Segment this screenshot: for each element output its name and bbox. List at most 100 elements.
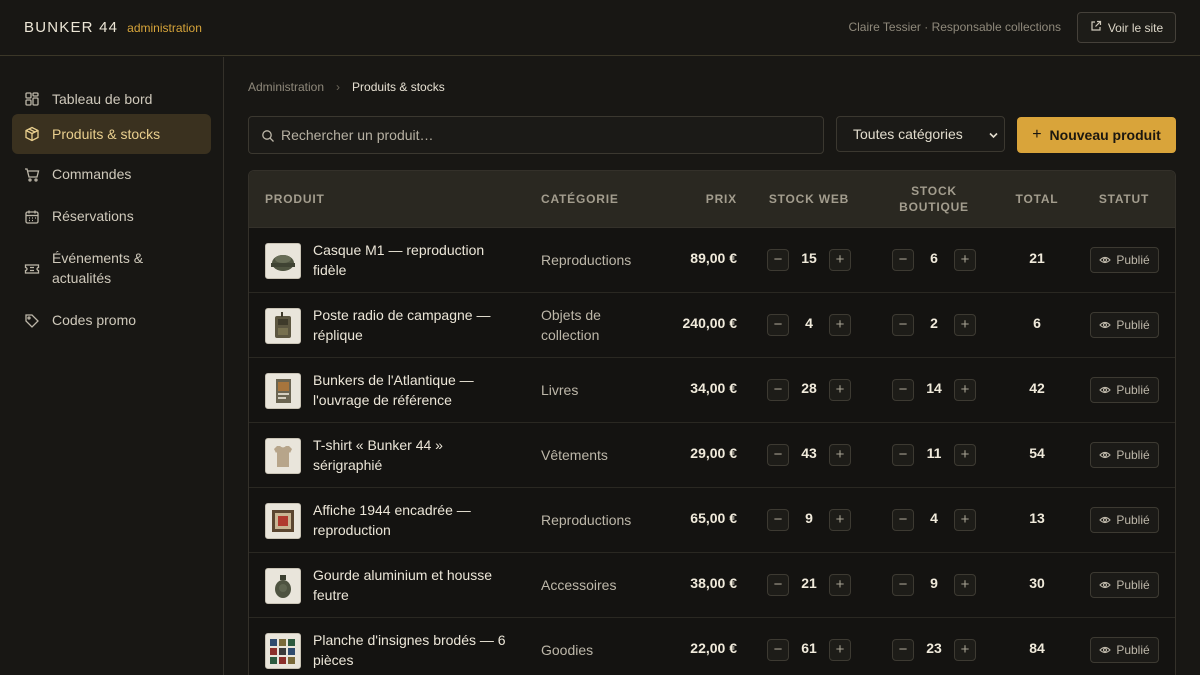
breadcrumb-root[interactable]: Administration (248, 80, 324, 94)
brand[interactable]: BUNKER 44 administration (24, 19, 202, 36)
status-badge[interactable]: Publié (1090, 247, 1159, 273)
stock-shop-decrement-button[interactable]: − (892, 639, 914, 661)
stock-web-decrement-button[interactable]: − (767, 379, 789, 401)
product-name[interactable]: Gourde aluminium et housse feutre (313, 565, 513, 605)
status-badge[interactable]: Publié (1090, 507, 1159, 533)
col-header-price[interactable]: PRIX (706, 191, 737, 207)
sidebar-item-products[interactable]: Produits & stocks (12, 114, 211, 154)
stock-web-decrement-button[interactable]: − (767, 249, 789, 271)
product-name[interactable]: Affiche 1944 encadrée — reproduction (313, 500, 513, 540)
stock-shop-value: 4 (930, 510, 938, 526)
sidebar-item-label: Produits & stocks (52, 126, 161, 142)
stock-web-increment-button[interactable]: + (829, 379, 851, 401)
view-site-button[interactable]: Voir le site (1077, 12, 1176, 43)
table-header: PRODUIT CATÉGORIE PRIX STOCK WEB STOCK B… (249, 171, 1175, 228)
stock-shop-decrement-button[interactable]: − (892, 509, 914, 531)
col-header-product[interactable]: PRODUIT (265, 191, 325, 207)
sidebar-item-orders[interactable]: Commandes (12, 154, 211, 194)
stock-shop-increment-button[interactable]: + (954, 444, 976, 466)
stock-web-decrement-button[interactable]: − (767, 444, 789, 466)
status-badge[interactable]: Publié (1090, 312, 1159, 338)
status-label: Publié (1116, 578, 1150, 592)
stock-web-increment-button[interactable]: + (829, 314, 851, 336)
search-input[interactable] (281, 117, 811, 153)
table-row[interactable]: Poste radio de campagne — réplique Objets… (249, 293, 1175, 358)
stock-web-decrement-button[interactable]: − (767, 314, 789, 336)
product-thumbnail (265, 503, 301, 539)
table-row[interactable]: Affiche 1944 encadrée — reproduction Repr… (249, 488, 1175, 553)
product-price: 89,00 € (690, 250, 737, 266)
eye-icon (1099, 384, 1112, 396)
external-link-icon (1090, 20, 1102, 35)
stock-shop-decrement-button[interactable]: − (892, 379, 914, 401)
product-thumbnail (265, 438, 301, 474)
table-row[interactable]: Planche d'insignes brodés — 6 pièces Good… (249, 618, 1175, 675)
status-label: Publié (1116, 383, 1150, 397)
table-row[interactable]: Gourde aluminium et housse feutre Accesso… (249, 553, 1175, 618)
product-category: Reproductions (541, 512, 632, 528)
stock-web-increment-button[interactable]: + (829, 639, 851, 661)
search-box[interactable] (248, 116, 824, 154)
stock-web-decrement-button[interactable]: − (767, 639, 789, 661)
stock-shop-decrement-button[interactable]: − (892, 249, 914, 271)
category-select[interactable]: Toutes catégories (836, 116, 1005, 152)
product-price: 240,00 € (682, 315, 738, 331)
sidebar-item-label: Événements & actualités (52, 250, 144, 286)
product-price: 29,00 € (690, 445, 737, 461)
product-name[interactable]: Casque M1 — reproduction fidèle (313, 240, 513, 280)
stock-shop-decrement-button[interactable]: − (892, 444, 914, 466)
stock-web-increment-button[interactable]: + (829, 249, 851, 271)
stock-total: 21 (1029, 250, 1045, 266)
stock-web-decrement-button[interactable]: − (767, 574, 789, 596)
stock-web-increment-button[interactable]: + (829, 509, 851, 531)
eye-icon (1099, 579, 1112, 591)
stock-shop-increment-button[interactable]: + (954, 639, 976, 661)
col-header-stock-web[interactable]: STOCK WEB (761, 191, 857, 207)
product-name[interactable]: Poste radio de campagne — réplique (313, 305, 513, 345)
status-badge[interactable]: Publié (1090, 377, 1159, 403)
stock-shop-increment-button[interactable]: + (954, 249, 976, 271)
stock-total: 30 (1029, 575, 1045, 591)
status-badge[interactable]: Publié (1090, 637, 1159, 663)
sidebar-item-reservations[interactable]: Réservations (12, 196, 211, 236)
stock-shop-decrement-button[interactable]: − (892, 574, 914, 596)
product-thumbnail (265, 308, 301, 344)
stock-web-increment-button[interactable]: + (829, 444, 851, 466)
sidebar-item-label: Réservations (52, 208, 134, 224)
col-header-total[interactable]: TOTAL (1007, 191, 1067, 207)
product-price: 34,00 € (690, 380, 737, 396)
new-product-button[interactable]: + Nouveau produit (1017, 117, 1176, 153)
col-header-category[interactable]: CATÉGORIE (541, 191, 619, 207)
table-row[interactable]: T-shirt « Bunker 44 » sérigraphié Vêtemen… (249, 423, 1175, 488)
product-name[interactable]: T-shirt « Bunker 44 » sérigraphié (313, 435, 513, 475)
stock-web-value: 4 (805, 315, 813, 331)
product-category: Accessoires (541, 577, 617, 593)
col-header-stock-shop[interactable]: STOCK BOUTIQUE (889, 183, 979, 215)
product-name[interactable]: Planche d'insignes brodés — 6 pièces (313, 630, 513, 670)
stock-shop-increment-button[interactable]: + (954, 379, 976, 401)
stock-shop-increment-button[interactable]: + (954, 314, 976, 336)
product-price: 65,00 € (690, 510, 737, 526)
stock-shop-increment-button[interactable]: + (954, 574, 976, 596)
category-select-value: Toutes catégories (853, 126, 963, 142)
product-name[interactable]: Bunkers de l'Atlantique — l'ouvrage de r… (313, 370, 513, 410)
stock-shop-increment-button[interactable]: + (954, 509, 976, 531)
product-category: Vêtements (541, 447, 608, 463)
stock-shop-value: 6 (930, 250, 938, 266)
ticket-icon (24, 261, 40, 277)
sidebar-item-dashboard[interactable]: Tableau de bord (12, 79, 211, 119)
stock-shop-decrement-button[interactable]: − (892, 314, 914, 336)
stock-web-value: 15 (801, 250, 817, 266)
product-thumbnail (265, 568, 301, 604)
status-badge[interactable]: Publié (1090, 442, 1159, 468)
status-badge[interactable]: Publié (1090, 572, 1159, 598)
table-row[interactable]: Bunkers de l'Atlantique — l'ouvrage de r… (249, 358, 1175, 423)
sidebar-item-promo-codes[interactable]: Codes promo (12, 300, 211, 340)
product-price: 22,00 € (690, 640, 737, 656)
eye-icon (1099, 319, 1112, 331)
product-thumbnail (265, 633, 301, 669)
sidebar-item-events[interactable]: Événements & actualités (12, 238, 211, 298)
stock-web-increment-button[interactable]: + (829, 574, 851, 596)
stock-web-decrement-button[interactable]: − (767, 509, 789, 531)
table-row[interactable]: Casque M1 — reproduction fidèle Reproduct… (249, 228, 1175, 293)
